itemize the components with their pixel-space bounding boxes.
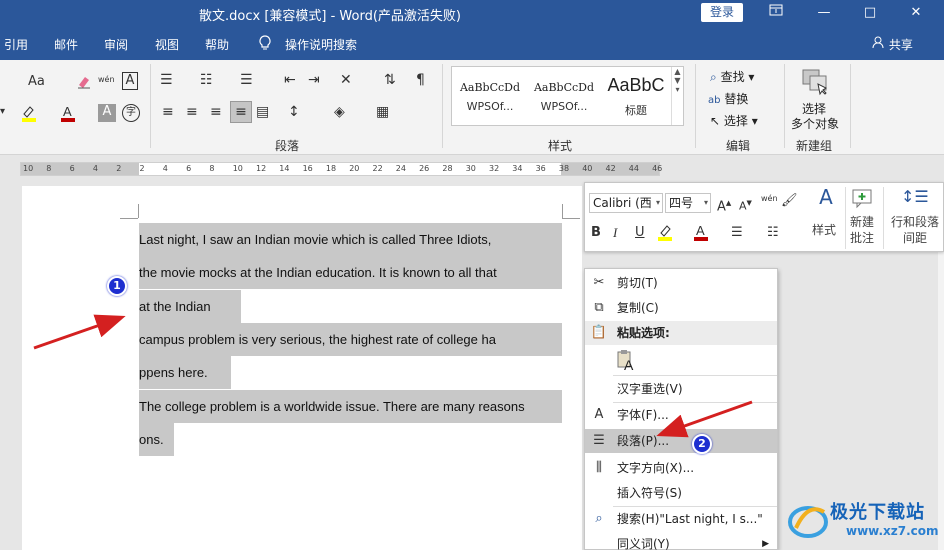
watermark-url: www.xz7.com [846, 524, 939, 538]
watermark-logo-icon [788, 506, 828, 538]
annotation-arrow [33, 314, 126, 350]
annotation-badge: 2 [692, 434, 712, 454]
watermark-text: 极光下载站 [830, 502, 925, 523]
annotation-arrow [656, 400, 753, 438]
watermark: 极光下载站 www.xz7.com [786, 496, 944, 550]
annotation-arrows [33, 314, 753, 438]
annotation-badge: 1 [107, 276, 127, 296]
